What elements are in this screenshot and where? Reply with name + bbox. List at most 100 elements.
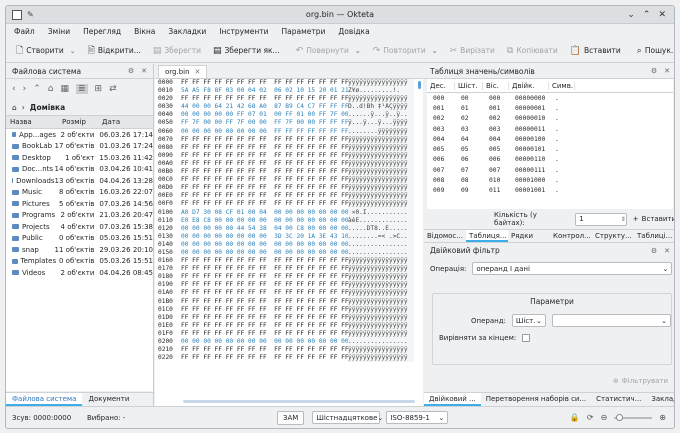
insert-button[interactable]: + Вставити [633,215,674,223]
settings-icon[interactable]: ⚙ [651,67,657,75]
hex-chars[interactable]: ÿÿÿÿÿÿÿÿÿÿÿÿÿÿÿÿ [348,281,414,290]
icon-view-icon[interactable]: ▦ [60,84,69,94]
hex-chars[interactable]: ÿÿÿÿÿÿÿÿÿÿÿÿÿÿÿÿ [348,200,414,209]
tab-tool[interactable]: Рядки [508,230,550,242]
hex-bytes[interactable]: 44 00 00 64 21 42 68 A0 87 B9 C4 C7 FF F… [181,103,348,111]
hex-chars[interactable]: .....DT8..È..... [348,224,414,233]
list-item[interactable]: snap 11 об'єктів 29.03.26 20:10 [6,244,153,256]
hex-chars[interactable]: ÿÿÿÿÿÿÿÿÿÿÿÿÿÿÿÿ [348,346,414,355]
horizontal-scrollbar[interactable] [183,400,415,403]
table-row[interactable]: 008 08 010 00001000. [427,175,673,185]
hex-bytes[interactable]: FF FF FF FF FF FF FF FF FF FF FF FF FF F… [181,354,348,362]
hex-bytes[interactable]: FF FF FF FF FF FF FF FF FF FF FF FF FF F… [181,152,348,160]
pin-icon[interactable]: ✎ [27,10,34,19]
hex-bytes[interactable]: FF FF FF FF FF FF FF FF FF FF FF FF FF F… [181,346,348,354]
list-item[interactable]: Doc...nts 14 об'єктів 03.04.26 10:41 [6,164,153,176]
hex-bytes[interactable]: 00 00 00 00 00 FF 07 01 00 FF 01 00 FF 7… [181,111,348,119]
back-icon[interactable]: ‹ [12,84,16,94]
column-char[interactable]: Симв. [549,81,575,90]
hex-chars[interactable]: D..d!Bh ‡¹ÄÇÿÿÿÿ [348,103,414,112]
value-coding-select[interactable]: Шістнадцяткове ⌄ [312,411,383,424]
detail-view-icon[interactable]: ≣ [76,84,88,94]
list-item[interactable]: Projects 4 об'єкти 07.03.26 15:38 [6,221,153,233]
hex-chars[interactable]: ÿÿÿÿÿÿÿÿÿÿÿÿÿÿÿÿ [348,168,414,177]
open-button[interactable]: 🗎 Відкрити... [84,40,145,62]
column-size[interactable]: Розмір [58,118,98,126]
undo-button[interactable]: ↶ Повернути ⌄ [292,43,365,59]
home-icon[interactable]: ⌂ [48,84,54,94]
hex-bytes[interactable]: E0 E8 C8 00 00 00 00 00 00 00 00 00 00 0… [181,217,348,225]
column-dec[interactable]: Дес. [427,81,455,90]
table-row[interactable]: 000 00 000 00000000. [427,93,673,103]
hex-bytes[interactable]: FF FF FF FF FF FF FF FF FF FF FF FF FF F… [181,265,348,273]
hex-chars[interactable]: ÿÿÿÿÿÿÿÿÿÿÿÿÿÿÿÿ [348,257,414,266]
hex-chars[interactable]: ÿÿÿÿÿÿÿÿÿÿÿÿÿÿÿÿ [348,329,414,338]
app-icon[interactable] [12,9,22,20]
column-hex[interactable]: Шіст. [455,81,483,90]
hex-bytes[interactable]: 00 00 00 00 00 00 00 00 00 00 00 00 00 0… [181,338,348,346]
chevron-down-icon[interactable]: ⌄ [432,47,438,55]
menu-item[interactable]: Довідка [338,27,369,36]
tab-document[interactable]: org.bin ✕ [158,65,208,78]
hex-chars[interactable]: ÿÿÿÿÿÿÿÿÿÿÿÿÿÿÿÿ [348,354,414,363]
table-row[interactable]: 004 04 004 00000100. [427,134,673,144]
table-row[interactable]: 002 02 002 00000010. [427,114,673,124]
redo-button[interactable]: ↷ Повторити ⌄ [369,43,442,59]
hex-bytes[interactable]: FF FF FF FF FF FF FF FF FF FF FF FF FF F… [181,257,348,265]
hex-chars[interactable]: ÿÿÿÿÿÿÿÿÿÿÿÿÿÿÿÿ [348,151,414,160]
column-bin[interactable]: Двійк. [509,81,549,90]
lock-icon[interactable]: 🔒 [570,413,580,422]
hex-chars[interactable]: ........ÿÿÿÿÿÿÿÿ [348,127,414,136]
hex-chars[interactable]: ÿÿÿÿÿÿÿÿÿÿÿÿÿÿÿÿ [348,313,414,322]
list-item[interactable]: Music 8 об'єктів 16.03.26 22:07 [6,187,153,199]
operand-format-select[interactable]: Шіст. ⌄ [511,314,546,327]
hex-bytes[interactable]: FF FF FF FF FF FF FF FF FF FF FF FF FF F… [181,95,348,103]
close-window-button[interactable]: ✕ [658,10,666,20]
hex-chars[interactable]: ................ [348,248,414,258]
hex-bytes[interactable]: FF FF FF FF FF FF FF FF FF FF FF FF FF F… [181,330,348,338]
hex-chars[interactable]: ÿÿÿÿÿÿÿÿÿÿÿÿÿÿÿÿ [348,273,414,282]
menu-item[interactable]: Інструменти [219,27,268,36]
close-icon[interactable]: ✕ [664,247,670,255]
hex-bytes[interactable]: FF FF FF FF FF FF FF FF FF FF FF FF FF F… [181,79,348,87]
count-spinbox[interactable]: 1 ⇕ [575,212,627,226]
tab-tool[interactable]: Перетворення наборів си... [481,393,591,406]
table-row[interactable]: 007 07 007 00000111. [427,165,673,175]
zoom-out-icon[interactable]: ⊖ [601,413,608,422]
copy-button[interactable]: ⧉ Копіювати [503,43,562,59]
align-end-checkbox[interactable] [522,334,531,342]
hex-chars[interactable]: Z¥ø.........!. [348,87,414,96]
hex-bytes[interactable]: FF FF FF FF FF FF FF FF FF FF FF FF FF F… [181,306,348,314]
hex-chars[interactable]: ÿÿÿÿÿÿÿÿÿÿÿÿÿÿÿÿ [348,143,414,152]
zoom-in-icon[interactable]: ⊕ [659,413,666,422]
operation-select[interactable]: операнд І дані ⌄ [472,262,673,275]
settings-icon[interactable]: ⚙ [128,67,134,75]
tab-documents[interactable]: Документи [82,393,135,406]
hex-bytes[interactable]: A0 D7 30 08 CF 01 00 04 00 00 00 00 00 0… [181,209,348,217]
column-oct[interactable]: Віс. [483,81,509,90]
close-icon[interactable]: ✕ [195,68,201,76]
list-item[interactable]: Templates 0 об'єктів 05.03.26 15:51 [6,256,153,268]
tab-tool[interactable]: Контрол... [550,230,592,242]
save-as-button[interactable]: ▤ Зберегти як... [209,43,284,59]
hex-bytes[interactable]: 00 00 00 00 00 00 00 00 3D 3C 20 1A 3E 4… [181,233,348,241]
paste-button[interactable]: 📋 Вставити [566,43,625,59]
hex-chars[interactable]: ÿÿÿÿÿÿÿÿÿÿÿÿÿÿÿÿ [348,95,414,104]
table-row[interactable]: 001 01 001 00000001. [427,103,673,113]
hex-bytes[interactable]: FF FF FF FF FF FF FF FF FF FF FF FF FF F… [181,136,348,144]
minimize-button[interactable]: ⌄ [627,10,635,20]
hex-bytes[interactable]: FF FF FF FF FF FF FF FF FF FF FF FF FF F… [181,200,348,208]
menu-item[interactable]: Зміни [48,27,70,36]
hex-chars[interactable]: ................ [348,240,414,249]
tree-view-icon[interactable]: ⊞ [95,84,103,94]
chevron-down-icon[interactable]: ⌄ [355,47,361,55]
menu-item[interactable]: Параметри [282,27,326,36]
menu-item[interactable]: Вікна [134,27,155,36]
table-row[interactable]: 005 05 005 00000101. [427,144,673,154]
zoom-slider[interactable] [614,413,653,421]
hex-bytes[interactable]: FF FF FF FF FF FF FF FF FF FF FF FF FF F… [181,144,348,152]
hex-chars[interactable]: ........=< .>C.. [348,232,414,241]
hex-chars[interactable]: ÿÿÿÿÿÿÿÿÿÿÿÿÿÿÿÿ [348,289,414,298]
charset-select[interactable]: ISO-8859-1 ⌄ [386,411,449,424]
create-button[interactable]: 🗋 Створити ⌄ [12,40,80,62]
